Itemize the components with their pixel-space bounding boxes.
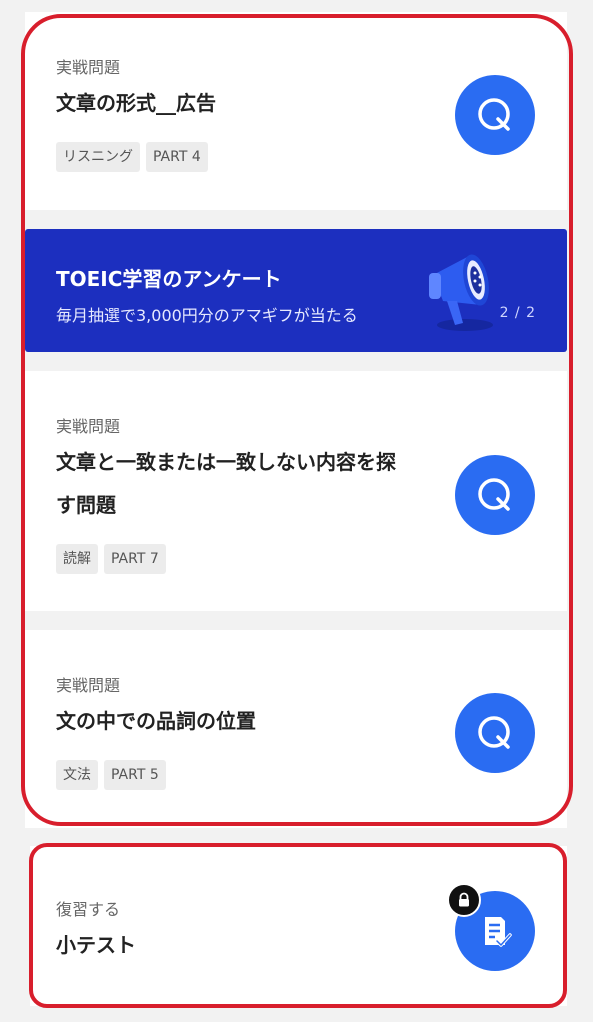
document-check-icon <box>485 917 512 947</box>
card-title: 文章の形式__広告 <box>56 91 216 115</box>
tag-list: 文法 PART 5 <box>56 760 166 790</box>
quiz-button[interactable] <box>455 693 535 773</box>
quiz-icon <box>478 98 510 131</box>
card-label: 実戦問題 <box>56 58 121 77</box>
card-title: 文の中での品詞の位置 <box>56 709 256 733</box>
tag: リスニング <box>56 142 140 172</box>
banner-subtitle: 毎月抽選で3,000円分のアマギフが当たる <box>56 306 358 325</box>
lesson-card[interactable]: 実戦問題 文の中での品詞の位置 文法 PART 5 <box>25 630 567 828</box>
lesson-card[interactable]: 実戦問題 文章と一致または一致しない内容を探 す問題 読解 PART 7 <box>25 371 567 611</box>
banner-page-indicator: 2 / 2 <box>499 305 536 321</box>
tag: 文法 <box>56 760 98 790</box>
card-title-line2: す問題 <box>56 493 116 517</box>
megaphone-icon <box>429 254 493 331</box>
tag: PART 7 <box>104 544 166 574</box>
tag: 読解 <box>56 544 98 574</box>
tag: PART 5 <box>104 760 166 790</box>
card-title-line1: 文章と一致または一致しない内容を探 <box>56 450 396 474</box>
quiz-icon <box>478 716 510 749</box>
review-title: 小テスト <box>56 933 136 957</box>
tag-list: リスニング PART 4 <box>56 142 208 172</box>
review-label: 復習する <box>56 900 121 919</box>
tag: PART 4 <box>146 142 208 172</box>
card-label: 実戦問題 <box>56 417 121 436</box>
lock-badge <box>447 883 481 917</box>
lesson-card[interactable]: 実戦問題 文章の形式__広告 リスニング PART 4 <box>25 12 567 210</box>
card-label: 実戦問題 <box>56 676 121 695</box>
quiz-button[interactable] <box>455 75 535 155</box>
review-card[interactable]: 復習する 小テスト <box>30 846 567 1006</box>
lesson-panel: 実戦問題 文章の形式__広告 リスニング PART 4 TOEIC学習のアンケー… <box>25 12 567 828</box>
survey-banner[interactable]: TOEIC学習のアンケート 毎月抽選で3,000円分のアマギフが当たる 2 / … <box>25 229 567 352</box>
quiz-icon <box>478 478 510 511</box>
lock-icon <box>459 892 469 907</box>
quiz-button[interactable] <box>455 455 535 535</box>
tag-list: 読解 PART 7 <box>56 544 166 574</box>
banner-title: TOEIC学習のアンケート <box>56 267 282 291</box>
